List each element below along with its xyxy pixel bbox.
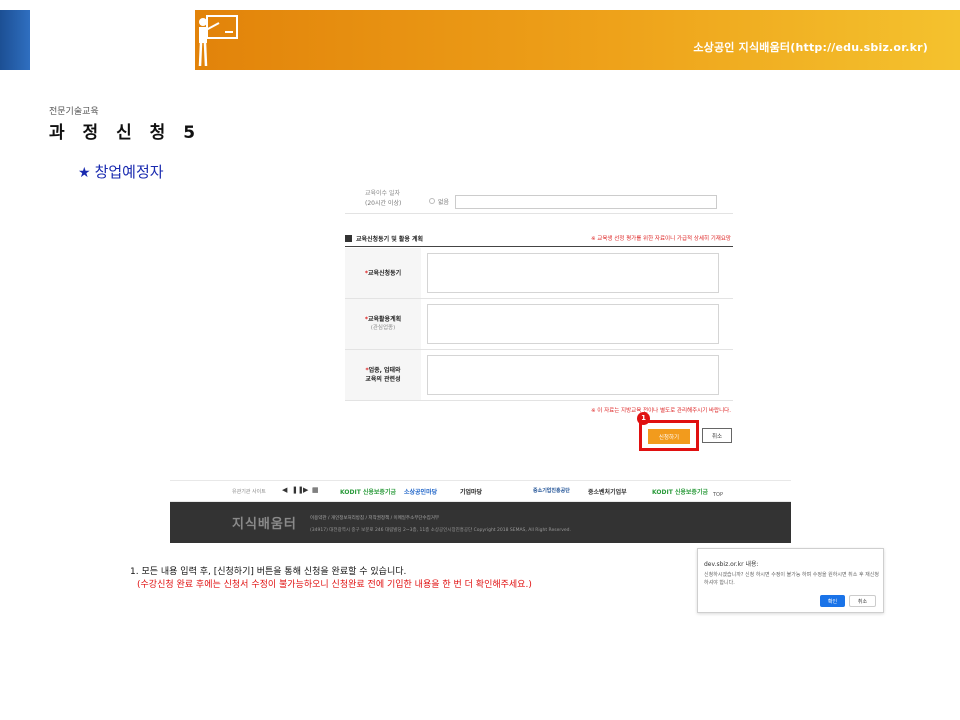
section-label: ★ 창업예정자 xyxy=(78,161,164,182)
top-banner: 소상공인 지식배움터(http://edu.sbiz.or.kr) xyxy=(0,10,960,70)
banner-orange-bar: 소상공인 지식배움터(http://edu.sbiz.or.kr) xyxy=(195,10,960,70)
instruction-line-1: 1. 모든 내용 입력 후, [신청하기] 버튼을 통해 신청을 완료할 수 있… xyxy=(130,567,407,577)
partner-logo-bizinfo[interactable]: 기업마당 xyxy=(460,487,482,496)
form-row-usage-plan: *교육활용계획 (관심업종) xyxy=(345,299,733,350)
star-icon: ★ xyxy=(78,165,91,181)
form-row-label: 교육신청동기 xyxy=(368,269,402,277)
form-row-relevance: *업종, 업태와 교육의 관련성 xyxy=(345,350,733,401)
teacher-blackboard-icon xyxy=(198,15,238,67)
square-bullet-icon xyxy=(345,235,352,242)
cancel-button[interactable]: 취소 xyxy=(702,428,732,443)
none-radio-label: 없음 xyxy=(438,199,450,206)
form-row-label-cell: *교육신청동기 xyxy=(345,248,421,298)
form-row-label-cell: *교육활용계획 (관심업종) xyxy=(345,299,421,349)
form-row-label-cut: 교육이수 일자 xyxy=(365,190,401,197)
form-row-label-cell: *업종, 업태와 교육의 관련성 xyxy=(345,350,421,400)
partner-bar: 유관기관 사이트 ◀ ❚❚ ▶ ▦ KODIT 신용보증기금 소상공인마당 기업… xyxy=(170,480,791,502)
page-title: 과 정 신 청 5 xyxy=(49,123,202,143)
partner-label: 유관기관 사이트 xyxy=(232,489,266,495)
partner-logo-kodit-2[interactable]: KODIT 신용보증기금 xyxy=(652,487,708,496)
site-footer: 지식배움터 이용약관 / 개인정보처리방침 / 저작권정책 / 이메일주소무단수… xyxy=(170,502,791,543)
scroll-top-button[interactable]: TOP xyxy=(711,484,725,500)
footer-links[interactable]: 이용약관 / 개인정보처리방침 / 저작권정책 / 이메일주소무단수집거부 xyxy=(310,515,439,521)
form-section-divider xyxy=(345,246,733,247)
dialog-ok-button[interactable]: 확인 xyxy=(820,595,845,607)
apply-highlight-box: 신청하기 xyxy=(639,420,699,451)
partner-logo-sbiz[interactable]: 소상공인마당 xyxy=(404,487,437,496)
grid-icon[interactable]: ▦ xyxy=(312,486,319,494)
partner-logo-sbc[interactable]: 중소기업진흥공단 xyxy=(533,487,570,494)
banner-white-gap xyxy=(30,10,195,70)
form-section-note: ※ 교육생 선정 평가를 위한 자료이니 가급적 상세히 기재요망 xyxy=(590,236,731,242)
form-footer-note: ※ 이 자료는 지방교육 전이나 별도로 관리해주시기 바랍니다. xyxy=(590,408,731,414)
prior-training-input[interactable] xyxy=(455,195,717,209)
form-row-sublabel: (관심업종) xyxy=(370,325,396,331)
apply-button[interactable]: 신청하기 xyxy=(648,429,690,444)
form-row-label: 업종, 업태와 xyxy=(368,367,401,374)
step-badge: 1 xyxy=(637,412,650,425)
relevance-textarea[interactable] xyxy=(427,355,719,395)
dialog-cancel-button[interactable]: 취소 xyxy=(849,595,876,607)
next-icon[interactable]: ▶ xyxy=(303,486,308,494)
form-row-motivation: *교육신청동기 xyxy=(345,248,733,299)
application-form: 교육이수 일자 (20시간 이상) 없음 교육신청동기 및 활용 계획 ※ 교육… xyxy=(345,190,733,455)
motivation-textarea[interactable] xyxy=(427,253,719,293)
partner-logo-mss[interactable]: 중소벤처기업부 xyxy=(588,487,627,496)
form-row-label: (20시간 이상) xyxy=(365,200,402,207)
dialog-title: dev.sbiz.or.kr 내용: xyxy=(704,561,759,568)
none-radio[interactable] xyxy=(429,198,435,204)
confirm-dialog: dev.sbiz.or.kr 내용: 신청하시겠습니까? 신청 하시면 수정이 … xyxy=(697,548,884,613)
form-section-title: 교육신청동기 및 활용 계획 xyxy=(356,236,423,243)
section-label-text: 창업예정자 xyxy=(94,163,164,181)
banner-blue-block xyxy=(0,10,30,70)
form-row-label-line2: 교육의 관련성 xyxy=(365,376,401,383)
dialog-message: 신청하시겠습니까? 신청 하시면 수정이 불가능 하며 수정을 원하시면 취소 … xyxy=(704,572,879,586)
footer-address: (34917) 대전광역시 중구 보문로 246 대림빌딩 2~3층, 11층 … xyxy=(310,528,571,533)
site-name: 소상공인 지식배움터(http://edu.sbiz.or.kr) xyxy=(693,41,928,54)
pause-icon[interactable]: ❚❚ xyxy=(292,486,304,494)
form-row-prior-training: 교육이수 일자 (20시간 이상) 없음 xyxy=(345,190,733,214)
prev-icon[interactable]: ◀ xyxy=(282,486,287,494)
footer-logo: 지식배움터 xyxy=(232,517,297,532)
breadcrumb: 전문기술교육 xyxy=(49,107,99,117)
instruction-line-2: (수강신청 완료 후에는 신청서 수정이 불가능하오니 신청완료 전에 기입한 … xyxy=(137,580,532,590)
usage-plan-textarea[interactable] xyxy=(427,304,719,344)
form-row-label: 교육활용계획 xyxy=(368,316,402,323)
partner-logo-kodit[interactable]: KODIT 신용보증기금 xyxy=(340,487,396,496)
